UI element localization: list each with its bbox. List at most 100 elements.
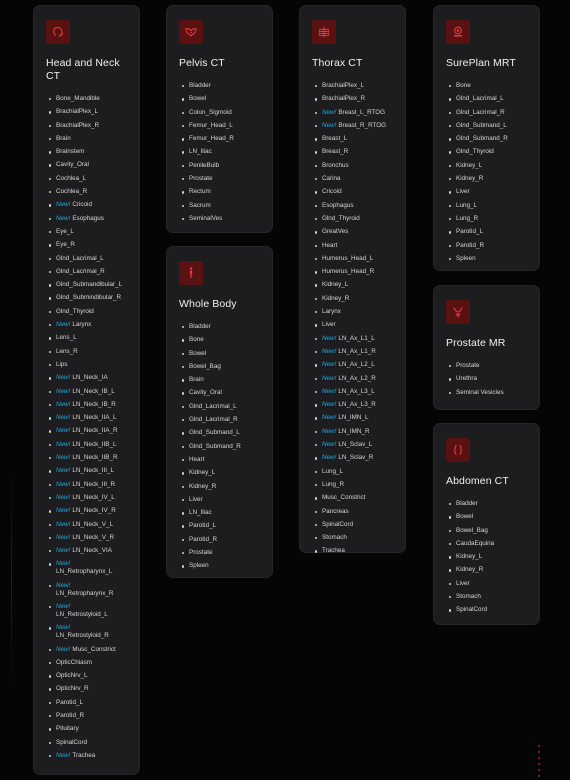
structure-label: Humerus_Head_R bbox=[322, 268, 375, 276]
structure-item: New! LN_Neck_III_R bbox=[46, 481, 127, 489]
structure-label: Cavity_Oral bbox=[56, 161, 89, 169]
structure-label: Cavity_Oral bbox=[189, 389, 222, 397]
structure-item: New! LN_Neck_IV_L bbox=[46, 494, 127, 502]
structure-list: Bone_Mandible BrachialPlex_L BrachialPlex_… bbox=[46, 95, 127, 760]
structure-item: Lung_R bbox=[312, 481, 393, 489]
structure-item: BrachialPlex_L bbox=[46, 108, 127, 116]
structure-label: Glnd_Lacrimal_R bbox=[56, 267, 105, 275]
structure-label: LN_Neck_IIB_L bbox=[72, 440, 117, 448]
structure-label: Glnd_Lacrimal_L bbox=[456, 95, 504, 103]
structure-item: Glnd_Submand_L bbox=[446, 122, 527, 130]
structure-item: OpticNrv_R bbox=[46, 685, 127, 693]
structure-item: Glnd_Thyroid bbox=[312, 215, 393, 223]
structure-item: Heart bbox=[312, 242, 393, 250]
structure-label: LN_Neck_IIA_R bbox=[72, 427, 118, 435]
new-badge: New! bbox=[56, 533, 71, 541]
structure-label: LN_Neck_III_L bbox=[72, 467, 115, 475]
structure-label: SpinalCord bbox=[322, 520, 354, 528]
structure-label: LN_Neck_IIB_R bbox=[72, 454, 118, 462]
structure-item: Glnd_Lacrimal_L bbox=[179, 403, 260, 411]
structure-item: Bone bbox=[446, 82, 527, 90]
structure-label: Breast_R_RTOG bbox=[338, 121, 387, 129]
structure-item: Lung_L bbox=[446, 202, 527, 210]
structure-label: Stomach bbox=[322, 534, 347, 542]
structure-item: Kidney_L bbox=[446, 162, 527, 170]
structure-item: Glnd_Lacrimal_R bbox=[179, 416, 260, 424]
structure-label: Musc_Constrict bbox=[72, 645, 116, 653]
structure-label: LN_Neck_III_R bbox=[72, 480, 116, 488]
structure-label: LN_Neck_IB_R bbox=[72, 400, 116, 408]
structure-label: Prostate bbox=[456, 362, 480, 369]
abdomen-ct-card[interactable]: Abdomen CT Bladder Bowel Bowel_Bag CaudaEqui… bbox=[433, 423, 540, 625]
structure-label: LN_Ax_L2_L bbox=[338, 361, 375, 369]
thorax-ct-card[interactable]: Thorax CT BrachialPlex_L BrachialPlex_R New… bbox=[299, 5, 406, 554]
structure-item: BrachialPlex_L bbox=[312, 82, 393, 90]
structure-item: New! LN_Retropharynx_R bbox=[46, 582, 127, 598]
structure-label: Glnd_Submand_R bbox=[456, 135, 508, 143]
head-and-neck-ct-card[interactable]: Head and Neck CT Bone_Mandible BrachialPle… bbox=[33, 5, 140, 775]
structure-item: BrachialPlex_R bbox=[312, 95, 393, 103]
structure-item: Musc_Constrict bbox=[312, 494, 393, 502]
structure-label: Sacrum bbox=[189, 201, 211, 209]
structure-label: LN_Retrostyloid_R bbox=[56, 632, 109, 640]
structure-item: Bowel bbox=[179, 95, 260, 103]
structure-label: Parotid_R bbox=[189, 535, 218, 543]
structure-label: Colon_Sigmoid bbox=[189, 108, 232, 116]
structure-label: Lung_R bbox=[456, 214, 479, 222]
structure-label: Glnd_Submandibular_L bbox=[56, 281, 123, 289]
background-accent-dots bbox=[538, 745, 540, 777]
structure-label: LN_Sclav_R bbox=[338, 454, 374, 462]
structure-list: Bone Glnd_Lacrimal_L Glnd_Lacrimal_R Glnd_S… bbox=[446, 82, 527, 263]
structure-item: Liver bbox=[312, 321, 393, 329]
structure-item: LN_Iliac bbox=[179, 509, 260, 517]
structure-item: Parotid_R bbox=[46, 712, 127, 720]
structure-item: Kidney_R bbox=[179, 483, 260, 491]
structure-item: Cavity_Oral bbox=[46, 161, 127, 169]
prostate-icon bbox=[446, 300, 470, 324]
structure-item: Cochlea_L bbox=[46, 175, 127, 183]
structure-item: Bladder bbox=[179, 82, 260, 90]
new-badge: New! bbox=[56, 400, 71, 408]
structure-label: Cricoid bbox=[72, 201, 92, 209]
structure-label: Pancreas bbox=[322, 507, 349, 515]
pelvis-icon bbox=[179, 20, 203, 44]
structure-item: Parotid_R bbox=[179, 536, 260, 544]
structure-item: Liver bbox=[446, 188, 527, 196]
structure-item: Lens_L bbox=[46, 334, 127, 342]
structure-label: Heart bbox=[322, 241, 338, 249]
structure-item: Lung_R bbox=[446, 215, 527, 223]
structure-item: PenileBulb bbox=[179, 162, 260, 170]
structure-label: Glnd_Thyroid bbox=[56, 307, 94, 315]
structure-list: Bladder Bone Bowel Bowel_Bag Brain Cavity_Ora… bbox=[179, 323, 260, 570]
new-badge: New! bbox=[56, 467, 71, 475]
structure-label: Bone bbox=[456, 82, 471, 89]
structure-label: Brain bbox=[56, 134, 71, 142]
structure-label: Bone bbox=[189, 336, 204, 344]
structure-item: New! LN_Ax_L3_R bbox=[312, 401, 393, 409]
card-title: Pelvis CT bbox=[179, 57, 225, 69]
structure-item: New! LN_IMN_R bbox=[312, 428, 393, 436]
structure-item: Cochlea_R bbox=[46, 188, 127, 196]
structure-item: Humerus_Head_R bbox=[312, 268, 393, 276]
new-badge: New! bbox=[56, 507, 71, 515]
structure-item: Seminal Vesicles bbox=[446, 389, 527, 397]
structure-label: Bone_Mandible bbox=[56, 95, 100, 102]
structure-label: Bladder bbox=[456, 500, 478, 507]
sureplan-mrt-card[interactable]: SurePlan MRT Bone Glnd_Lacrimal_L Glnd_Lacr… bbox=[433, 5, 540, 271]
structure-label: Glnd_Lacrimal_L bbox=[189, 402, 237, 410]
structure-item: Heart bbox=[179, 456, 260, 464]
new-badge: New! bbox=[56, 560, 71, 568]
structure-label: Eye_L bbox=[56, 227, 74, 235]
new-badge: New! bbox=[322, 334, 337, 342]
structure-label: LN_Neck_V_R bbox=[72, 533, 115, 541]
prostate-mr-card[interactable]: Prostate MR Prostate Urethra Seminal Vesicl… bbox=[433, 285, 540, 410]
structure-item: Kidney_R bbox=[312, 295, 393, 303]
structure-label: Prostate bbox=[189, 175, 213, 183]
structure-item: Kidney_R bbox=[446, 566, 527, 574]
structure-item: New! LN_Retrostyloid_L bbox=[46, 603, 127, 619]
structure-label: Larynx bbox=[322, 308, 341, 316]
structure-label: Eye_R bbox=[56, 241, 75, 249]
pelvis-ct-card[interactable]: Pelvis CT Bladder Bowel Colon_Sigmoid Femur_… bbox=[166, 5, 273, 233]
whole-body-card[interactable]: Whole Body Bladder Bone Bowel Bowel_Bag Brain… bbox=[166, 246, 273, 578]
structure-item: Kidney_L bbox=[312, 281, 393, 289]
